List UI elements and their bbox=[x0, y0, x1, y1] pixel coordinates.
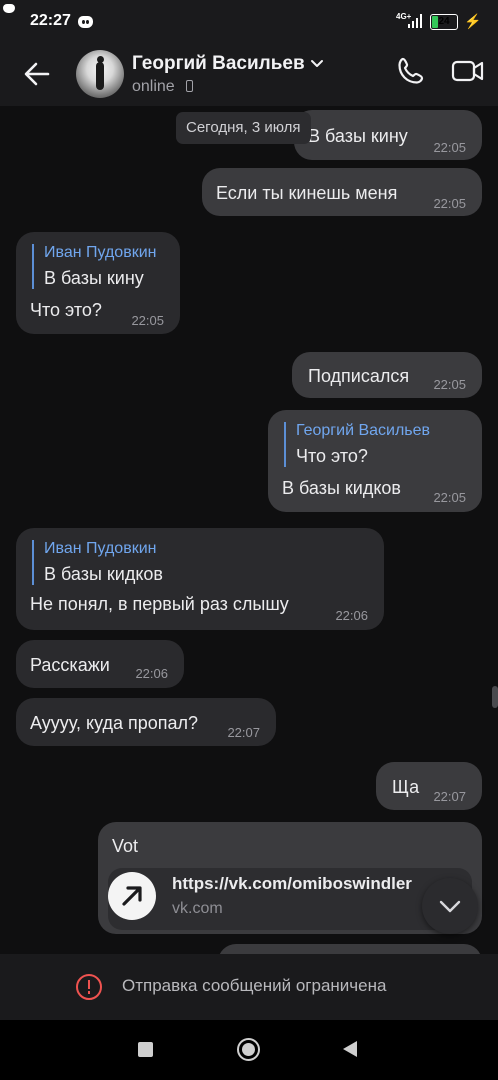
status-time: 22:27 bbox=[30, 12, 71, 29]
discord-icon bbox=[78, 16, 93, 28]
restriction-banner: Отправка сообщений ограничена bbox=[0, 954, 498, 1020]
message-time: 22:06 bbox=[135, 666, 168, 681]
message-bubble[interactable]: Иван Пудовкин В базы кину Что это? 22:05 bbox=[16, 232, 180, 334]
message-text: Если ты кинешь меня bbox=[216, 183, 398, 203]
message-bubble[interactable]: Ща 22:07 bbox=[376, 762, 482, 810]
message-bubble[interactable]: В базы кину 22:05 bbox=[294, 110, 482, 160]
restriction-text: Отправка сообщений ограничена bbox=[122, 976, 387, 995]
message-time: 22:06 bbox=[335, 608, 368, 623]
contact-status: online bbox=[132, 78, 175, 95]
link-preview[interactable]: https://vk.com/omiboswindler vk.com bbox=[108, 868, 472, 930]
reply-text: В базы кину bbox=[44, 268, 144, 288]
message-text: Не понял, в первый раз слышу bbox=[30, 594, 289, 614]
reply-author: Георгий Васильев bbox=[296, 422, 431, 439]
avatar[interactable] bbox=[76, 50, 124, 98]
message-time: 22:07 bbox=[433, 789, 466, 804]
message-time: 22:05 bbox=[433, 140, 466, 155]
chat-header: Георгий Васильев online bbox=[0, 44, 498, 106]
status-bar: 22:27 4G+ 24 ⚡ bbox=[0, 0, 498, 44]
system-nav-bar bbox=[0, 1020, 498, 1080]
arrow-up-right-icon bbox=[122, 886, 142, 906]
message-bubble[interactable]: Расскажи 22:06 bbox=[16, 640, 184, 688]
message-bubble[interactable]: Иван Пудовкин В базы кидков Не понял, в … bbox=[16, 528, 384, 630]
message-text: Расскажи bbox=[30, 655, 110, 675]
home-button[interactable] bbox=[237, 1038, 260, 1061]
reply-author: Иван Пудовкин bbox=[44, 540, 157, 557]
message-text: В базы кину bbox=[308, 126, 408, 146]
message-bubble[interactable]: Ауууу, куда пропал? 22:07 bbox=[16, 698, 276, 746]
charging-icon: ⚡ bbox=[464, 13, 482, 29]
message-time: 22:05 bbox=[433, 377, 466, 392]
message-time: 22:07 bbox=[227, 725, 260, 740]
scrollbar-thumb[interactable] bbox=[492, 686, 498, 708]
message-bubble[interactable]: Если ты кинешь меня 22:05 bbox=[202, 168, 482, 216]
message-text: Подписался bbox=[308, 366, 410, 386]
message-bubble[interactable]: Подписался 22:05 bbox=[292, 352, 482, 398]
message-text: Ауууу, куда пропал? bbox=[30, 713, 199, 733]
contact-name[interactable]: Георгий Васильев bbox=[132, 53, 305, 75]
signal-icon bbox=[408, 14, 424, 28]
reply-quote[interactable]: Иван Пудовкин В базы кидков bbox=[32, 540, 163, 585]
message-bubble[interactable]: Георгий Васильев Что это? В базы кидков … bbox=[268, 410, 482, 512]
scroll-down-button[interactable] bbox=[422, 878, 478, 934]
link-domain: vk.com bbox=[172, 900, 223, 917]
mobile-icon bbox=[186, 80, 193, 92]
message-time: 22:05 bbox=[433, 196, 466, 211]
exclamation-circle-icon bbox=[76, 974, 102, 1000]
video-camera-icon[interactable] bbox=[450, 54, 486, 88]
message-text: Что это? bbox=[30, 300, 102, 320]
message-text: Ща bbox=[392, 777, 420, 797]
message-text: Vot bbox=[112, 836, 139, 856]
chevron-down-icon[interactable] bbox=[310, 56, 324, 70]
back-button[interactable] bbox=[343, 1041, 357, 1057]
reply-text: В базы кидков bbox=[44, 564, 163, 584]
recents-button[interactable] bbox=[138, 1042, 153, 1057]
link-url[interactable]: https://vk.com/omiboswindler bbox=[172, 874, 412, 894]
link-circle bbox=[108, 872, 156, 920]
message-bubble[interactable] bbox=[218, 944, 482, 954]
chevron-down-icon bbox=[439, 900, 461, 913]
battery-icon: 24 bbox=[430, 14, 458, 30]
message-list[interactable]: В базы кину 22:05 Сегодня, 3 июля Если т… bbox=[0, 106, 498, 954]
message-time: 22:05 bbox=[433, 490, 466, 505]
date-divider: Сегодня, 3 июля bbox=[176, 112, 311, 144]
message-time: 22:05 bbox=[131, 313, 164, 328]
reply-author: Иван Пудовкин bbox=[44, 244, 157, 261]
arrow-left-icon[interactable] bbox=[20, 57, 54, 91]
message-text: В базы кидков bbox=[282, 478, 401, 498]
phone-icon[interactable] bbox=[394, 54, 428, 88]
reply-text: Что это? bbox=[296, 446, 368, 466]
battery-percent: 24 bbox=[438, 16, 450, 27]
reply-quote[interactable]: Иван Пудовкин В базы кину bbox=[32, 244, 156, 289]
reply-quote[interactable]: Георгий Васильев Что это? bbox=[284, 422, 430, 467]
